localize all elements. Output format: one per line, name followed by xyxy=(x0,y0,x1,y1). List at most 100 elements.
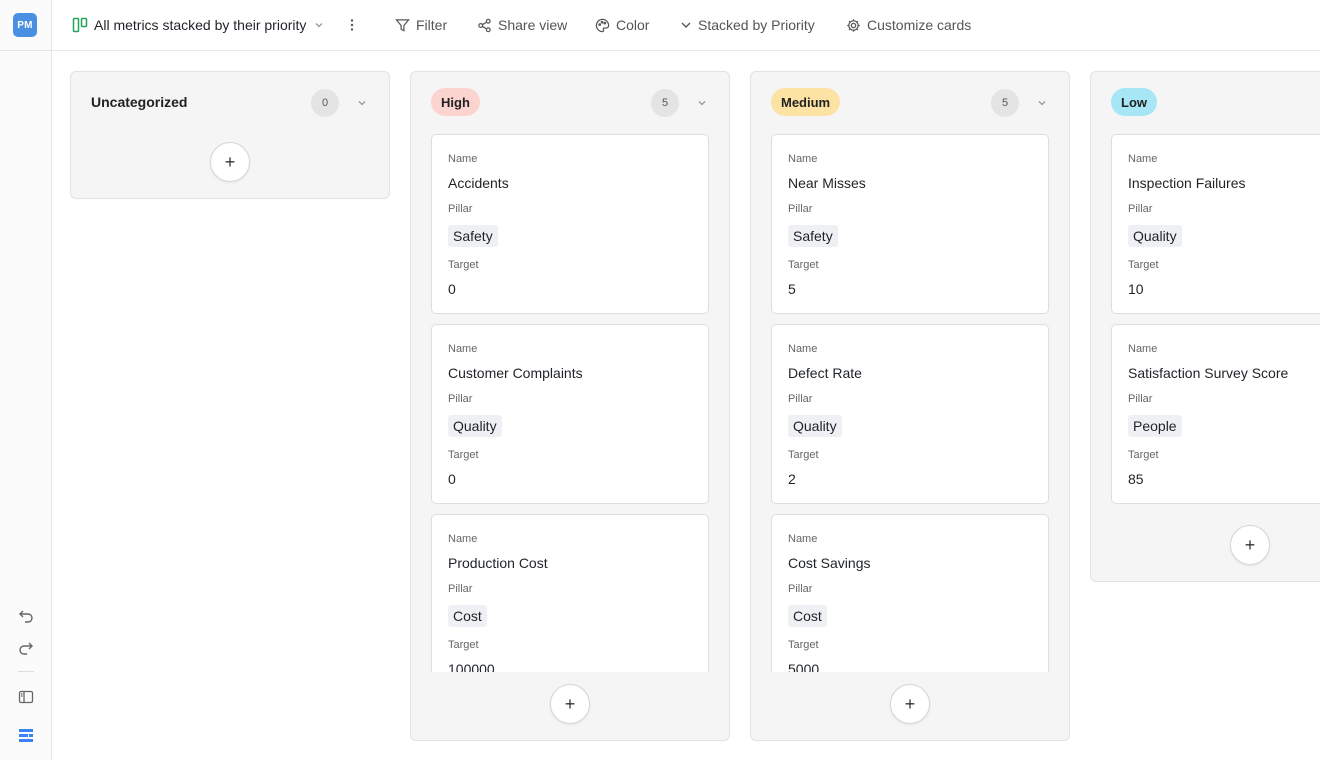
add-card-button[interactable]: + xyxy=(210,142,250,182)
stacked-by-button[interactable]: Stacked by Priority xyxy=(680,14,815,36)
name-label: Name xyxy=(448,343,478,355)
target-label: Target xyxy=(448,639,479,651)
filter-label: Filter xyxy=(416,17,448,33)
pillar-label: Pillar xyxy=(788,583,813,595)
kanban-icon xyxy=(72,17,88,33)
metric-card[interactable]: Name Near Misses Pillar Safety Target 5 xyxy=(771,134,1049,314)
chevron-down-icon[interactable] xyxy=(355,96,369,110)
metric-name: Inspection Failures xyxy=(1128,175,1246,191)
pillar-tag: People xyxy=(1128,415,1182,437)
customize-cards-button[interactable]: Customize cards xyxy=(846,14,971,36)
card-list: Name Near Misses Pillar Safety Target 5 … xyxy=(771,134,1049,672)
target-value: 85 xyxy=(1128,471,1144,487)
column-uncategorized: Uncategorized 0 + xyxy=(70,71,390,199)
pillar-label: Pillar xyxy=(1128,393,1153,405)
metric-name: Satisfaction Survey Score xyxy=(1128,365,1289,381)
card-list: Name Inspection Failures Pillar Quality … xyxy=(1111,134,1320,514)
target-value: 5 xyxy=(788,281,796,297)
target-label: Target xyxy=(788,449,819,461)
target-value: 0 xyxy=(448,281,456,297)
rail-separator xyxy=(18,671,34,672)
metric-card[interactable]: Name Satisfaction Survey Score Pillar Pe… xyxy=(1111,324,1320,504)
target-label: Target xyxy=(448,449,479,461)
metric-card[interactable]: Name Customer Complaints Pillar Quality … xyxy=(431,324,709,504)
left-rail: PM xyxy=(0,0,52,760)
toolbar: All metrics stacked by their priority Fi… xyxy=(52,0,1320,51)
more-options-icon[interactable] xyxy=(350,14,354,36)
metric-card[interactable]: Name Defect Rate Pillar Quality Target 2 xyxy=(771,324,1049,504)
pillar-tag: Safety xyxy=(448,225,498,247)
target-value: 5000 xyxy=(788,661,820,672)
name-label: Name xyxy=(448,533,478,545)
rail-divider xyxy=(0,50,52,51)
name-label: Name xyxy=(788,533,818,545)
target-label: Target xyxy=(1128,259,1159,271)
target-value: 10 xyxy=(1128,281,1144,297)
kanban-board: Uncategorized 0 + High 5 Name Accidents … xyxy=(52,51,1320,760)
share-view-label: Share view xyxy=(498,17,568,33)
metric-name: Customer Complaints xyxy=(448,365,583,381)
target-label: Target xyxy=(448,259,479,271)
view-title: All metrics stacked by their priority xyxy=(94,17,307,33)
pillar-label: Pillar xyxy=(448,583,473,595)
column-high: High 5 Name Accidents Pillar Safety Targ… xyxy=(410,71,730,741)
filter-button[interactable]: Filter xyxy=(395,14,447,36)
pillar-label: Pillar xyxy=(448,203,473,215)
stacked-by-label: Stacked by Priority xyxy=(698,17,815,33)
card-count-badge: 5 xyxy=(651,89,679,117)
metric-card[interactable]: Name Accidents Pillar Safety Target 0 xyxy=(431,134,709,314)
column-low: Low Name Inspection Failures Pillar Qual… xyxy=(1090,71,1320,582)
share-view-button[interactable]: Share view xyxy=(477,14,567,36)
column-medium: Medium 5 Name Near Misses Pillar Safety … xyxy=(750,71,1070,741)
app-badge[interactable]: PM xyxy=(13,13,37,37)
share-icon xyxy=(477,18,492,33)
view-selector[interactable]: All metrics stacked by their priority xyxy=(72,14,324,36)
chevron-down-icon xyxy=(314,17,324,33)
target-label: Target xyxy=(788,259,819,271)
chevron-down-icon[interactable] xyxy=(695,96,709,110)
chevron-down-icon xyxy=(680,19,692,31)
sidebar-toggle-icon[interactable] xyxy=(14,685,38,709)
priority-pill-low: Low xyxy=(1111,88,1157,116)
metric-name: Defect Rate xyxy=(788,365,862,381)
target-value: 0 xyxy=(448,471,456,487)
target-value: 2 xyxy=(788,471,796,487)
pillar-tag: Quality xyxy=(448,415,502,437)
metric-name: Cost Savings xyxy=(788,555,871,571)
gear-icon xyxy=(846,18,861,33)
metric-name: Near Misses xyxy=(788,175,866,191)
palette-icon xyxy=(595,18,610,33)
redo-icon[interactable] xyxy=(14,636,38,660)
metric-card[interactable]: Name Cost Savings Pillar Cost Target 500… xyxy=(771,514,1049,672)
add-card-button[interactable]: + xyxy=(550,684,590,724)
card-count-badge: 5 xyxy=(991,89,1019,117)
pillar-tag: Safety xyxy=(788,225,838,247)
pillar-tag: Quality xyxy=(1128,225,1182,247)
card-list: Name Accidents Pillar Safety Target 0 Na… xyxy=(431,134,709,672)
name-label: Name xyxy=(448,153,478,165)
pillar-tag: Quality xyxy=(788,415,842,437)
target-value: 100000 xyxy=(448,661,495,672)
pillar-label: Pillar xyxy=(788,393,813,405)
chevron-down-icon[interactable] xyxy=(1035,96,1049,110)
metric-card[interactable]: Name Production Cost Pillar Cost Target … xyxy=(431,514,709,672)
color-label: Color xyxy=(616,17,650,33)
card-count-badge: 0 xyxy=(311,89,339,117)
color-button[interactable]: Color xyxy=(595,14,649,36)
board-view-icon[interactable] xyxy=(14,723,38,747)
pillar-label: Pillar xyxy=(1128,203,1153,215)
add-card-button[interactable]: + xyxy=(890,684,930,724)
priority-pill-medium: Medium xyxy=(771,88,841,116)
priority-pill-high: High xyxy=(431,88,480,116)
pillar-tag: Cost xyxy=(448,605,487,627)
customize-cards-label: Customize cards xyxy=(867,17,972,33)
target-label: Target xyxy=(1128,449,1159,461)
pillar-label: Pillar xyxy=(448,393,473,405)
filter-icon xyxy=(395,18,410,33)
name-label: Name xyxy=(1128,343,1158,355)
undo-icon[interactable] xyxy=(14,604,38,628)
add-card-button[interactable]: + xyxy=(1230,525,1270,565)
metric-card[interactable]: Name Inspection Failures Pillar Quality … xyxy=(1111,134,1320,314)
column-title: Uncategorized xyxy=(91,94,188,110)
pillar-tag: Cost xyxy=(788,605,827,627)
